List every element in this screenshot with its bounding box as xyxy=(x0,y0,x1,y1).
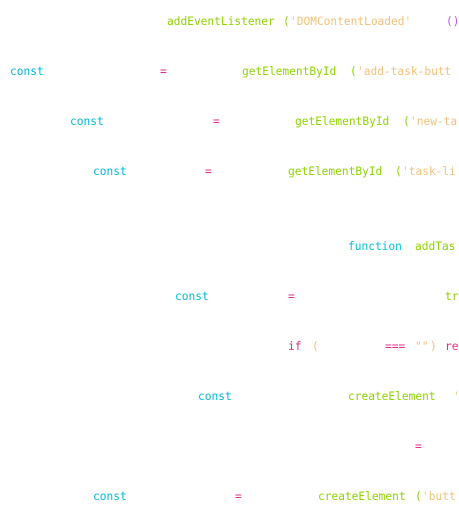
assign-operator: = xyxy=(288,290,295,303)
open-paren: ( xyxy=(350,65,357,78)
function-name: createElement xyxy=(348,390,436,403)
if-keyword: if xyxy=(288,340,302,353)
string-literal: 'butt xyxy=(422,490,456,503)
assign-operator: = xyxy=(415,440,422,453)
const-keyword: const xyxy=(175,290,209,303)
const-keyword: const xyxy=(93,490,127,503)
function-name: getElementById xyxy=(295,115,390,128)
open-paren: ( xyxy=(395,165,402,178)
assign-operator: = xyxy=(213,115,220,128)
const-keyword: const xyxy=(198,390,232,403)
string-literal: 'task-li xyxy=(402,165,456,178)
assign-operator: = xyxy=(205,165,212,178)
close-paren: ) xyxy=(430,340,437,353)
open-paren: ( xyxy=(415,490,422,503)
const-keyword: const xyxy=(93,165,127,178)
function-name: getElementById xyxy=(288,165,383,178)
function-name: tr xyxy=(445,290,459,303)
open-paren: ( xyxy=(283,15,290,28)
strict-equal-operator: === xyxy=(385,340,406,353)
function-keyword: function xyxy=(348,240,402,253)
assign-operator: = xyxy=(160,65,167,78)
assign-operator: = xyxy=(235,490,242,503)
const-keyword: const xyxy=(10,65,44,78)
function-name: getElementById xyxy=(242,65,337,78)
const-keyword: const xyxy=(70,115,104,128)
string-literal: "" xyxy=(415,340,429,353)
string-literal: 'new-ta xyxy=(410,115,458,128)
open-paren: ( xyxy=(403,115,410,128)
return-keyword: re xyxy=(445,340,459,353)
arrow-params: () xyxy=(446,15,459,28)
function-name: addTas xyxy=(415,240,456,253)
string-literal: 'add-task-butt xyxy=(357,65,452,78)
function-name: createElement xyxy=(318,490,406,503)
string-literal: ' xyxy=(453,391,459,402)
open-paren: ( xyxy=(312,340,319,353)
string-literal: 'DOMContentLoaded' xyxy=(290,15,412,28)
code-editor[interactable]: addEventListener ( 'DOMContentLoaded' ()… xyxy=(0,0,459,515)
function-name: addEventListener xyxy=(167,15,275,28)
